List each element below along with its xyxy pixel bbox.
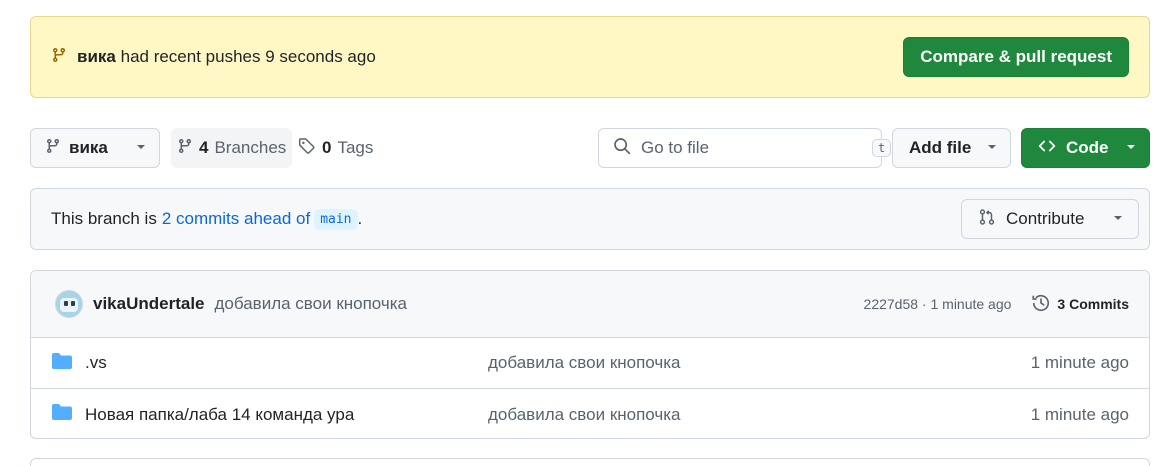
caret-down-icon: [135, 138, 147, 158]
branch-comparison-box: This branch is 2 commits ahead of main .…: [30, 188, 1150, 250]
go-to-file-input[interactable]: [641, 138, 862, 158]
code-label: Code: [1066, 138, 1109, 157]
commit-author[interactable]: vikaUndertale: [93, 294, 205, 314]
readme-box-edge: [30, 458, 1150, 466]
keyboard-shortcut-hint: t: [872, 139, 892, 157]
folder-icon: [51, 352, 73, 375]
code-icon: [1038, 137, 1056, 160]
branches-count: 4: [199, 138, 209, 157]
git-branch-icon: [51, 47, 67, 68]
code-button[interactable]: Code: [1021, 128, 1150, 168]
branch-selector-label: вика: [69, 138, 108, 157]
file-commit-age: 1 minute ago: [1030, 353, 1129, 372]
latest-commit-bar: vikaUndertale добавила свои кнопочка 222…: [31, 271, 1149, 338]
ahead-prefix: This branch is: [51, 209, 157, 228]
file-commit-message[interactable]: добавила свои кнопочка: [488, 405, 681, 425]
contribute-button[interactable]: Contribute: [961, 199, 1139, 239]
tag-icon: [298, 137, 316, 160]
go-to-file-search[interactable]: t: [598, 128, 892, 168]
commits-history-link[interactable]: 3 Commits: [1031, 293, 1129, 316]
folder-icon: [51, 403, 73, 426]
file-row[interactable]: Новая папка/лаба 14 команда ура добавила…: [31, 389, 1149, 438]
caret-down-icon: [986, 138, 998, 158]
file-browser: vikaUndertale добавила свои кнопочка 222…: [30, 270, 1150, 439]
history-icon: [1031, 293, 1051, 316]
file-row[interactable]: .vs добавила свои кнопочка 1 minute ago: [31, 338, 1149, 389]
git-branch-icon: [45, 138, 61, 159]
contribute-label: Contribute: [1006, 209, 1085, 228]
recent-push-banner: вика had recent pushes 9 seconds ago Com…: [30, 16, 1150, 98]
caret-down-icon: [1112, 209, 1124, 229]
commits-ahead-link[interactable]: 2 commits ahead of: [162, 209, 310, 229]
tags-link[interactable]: 0 Tags: [298, 128, 373, 168]
ahead-suffix: .: [357, 209, 363, 228]
git-branch-icon: [177, 138, 193, 159]
search-icon: [613, 137, 631, 160]
add-file-button[interactable]: Add file: [892, 128, 1011, 168]
tags-label: Tags: [337, 138, 374, 157]
push-time-text: had recent pushes 9 seconds ago: [120, 47, 376, 66]
repo-toolbar: вика 4 Branches 0 Tags t Add file: [30, 128, 1150, 168]
push-info: вика had recent pushes 9 seconds ago: [51, 47, 376, 68]
commit-message[interactable]: добавила свои кнопочка: [215, 294, 408, 314]
caret-down-icon: [1125, 138, 1137, 158]
file-commit-age: 1 minute ago: [1030, 404, 1129, 424]
file-name[interactable]: Новая папка/лаба 14 команда ура: [85, 405, 488, 425]
push-text: вика had recent pushes 9 seconds ago: [77, 47, 376, 67]
push-branch-name[interactable]: вика: [77, 47, 116, 66]
commit-hash-time[interactable]: 2227d58 · 1 minute ago: [864, 296, 1012, 312]
branch-selector-button[interactable]: вика: [30, 128, 160, 168]
git-pull-request-icon: [978, 208, 996, 231]
commits-count-label: 3 Commits: [1057, 296, 1129, 312]
compare-pull-request-button[interactable]: Compare & pull request: [903, 37, 1129, 77]
avatar[interactable]: [55, 290, 83, 318]
branches-link[interactable]: 4 Branches: [171, 128, 293, 168]
tags-count: 0: [322, 138, 332, 157]
base-branch-pill[interactable]: main: [314, 208, 358, 230]
file-commit-message[interactable]: добавила свои кнопочка: [488, 353, 681, 373]
file-name[interactable]: .vs: [85, 353, 488, 373]
add-file-label: Add file: [909, 138, 972, 157]
branches-label: Branches: [214, 138, 287, 157]
